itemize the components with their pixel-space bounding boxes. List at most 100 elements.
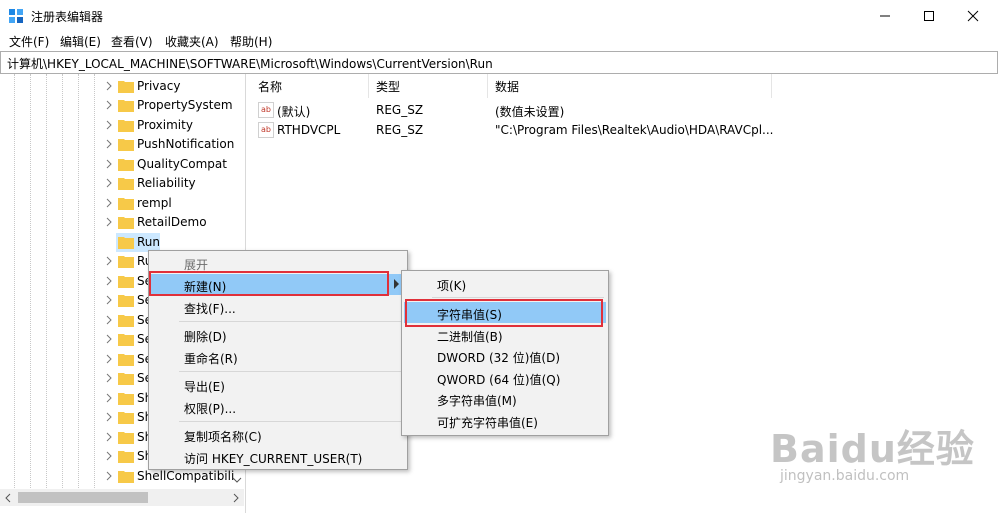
- folder-icon: [118, 451, 134, 463]
- menu-help[interactable]: 帮助(H): [230, 33, 272, 50]
- string-value-icon: ab: [258, 122, 274, 138]
- tree-item-label: Proximity: [137, 118, 193, 132]
- watermark: Baidu经验 jingyan.baidu.com: [760, 418, 980, 498]
- horizontal-scrollbar[interactable]: [0, 489, 244, 506]
- minimize-icon: [880, 15, 890, 16]
- tree-item[interactable]: RetailDemo: [104, 213, 244, 232]
- menu-separator: [179, 371, 403, 372]
- menu-item-label: 访问 HKEY_CURRENT_USER(T): [184, 452, 363, 466]
- tree-item[interactable]: rempl: [104, 194, 244, 213]
- folder-icon: [118, 276, 134, 288]
- tree-guide: [62, 74, 63, 494]
- tree-item-label: PushNotification: [137, 137, 235, 151]
- menu-edit[interactable]: 编辑(E): [60, 33, 101, 50]
- menu-item-label: 权限(P)...: [184, 402, 237, 416]
- chevron-right-icon: [106, 120, 112, 130]
- scroll-left-icon[interactable]: [4, 493, 12, 503]
- value-data: (数值未设置): [495, 105, 565, 119]
- menu-item-new-multi-string-value[interactable]: 多字符串值(M): [404, 388, 606, 409]
- tree-guide: [46, 74, 47, 494]
- column-header-type[interactable]: 类型: [376, 78, 400, 95]
- watermark-logo: Baidu经验: [770, 427, 975, 471]
- chevron-right-icon: [106, 471, 112, 481]
- menu-item-delete[interactable]: 删除(D): [151, 324, 405, 345]
- folder-icon: [118, 100, 134, 112]
- menu-item-rename[interactable]: 重命名(R): [151, 346, 405, 367]
- string-value-icon: ab: [258, 102, 274, 118]
- tree-item-label: Privacy: [137, 79, 181, 93]
- folder-icon: [118, 471, 134, 483]
- menu-item-label: 重命名(R): [184, 352, 238, 366]
- tree-item-label: QualityCompat: [137, 157, 227, 171]
- scrollbar-thumb[interactable]: [18, 492, 148, 503]
- menu-item-label: 多字符串值(M): [437, 394, 517, 408]
- tree-item-label: Reliability: [137, 176, 196, 190]
- annotation-box-string-value: [405, 299, 603, 327]
- close-button[interactable]: [950, 0, 996, 31]
- folder-icon: [118, 120, 134, 132]
- menu-item-label: 导出(E): [184, 380, 225, 394]
- tree-item-label: Run: [137, 235, 161, 249]
- menu-item-visit-hkcu[interactable]: 访问 HKEY_CURRENT_USER(T): [151, 446, 405, 467]
- menu-item-label: DWORD (32 位)值(D): [437, 351, 560, 365]
- chevron-right-icon: [106, 178, 112, 188]
- menu-item-label: 可扩充字符串值(E): [437, 416, 538, 430]
- value-row[interactable]: ab (默认) REG_SZ (数值未设置): [250, 100, 1000, 120]
- menu-file[interactable]: 文件(F): [9, 33, 49, 50]
- menu-separator: [432, 297, 604, 298]
- submenu-arrow-icon: [394, 279, 399, 289]
- tree-item[interactable]: Privacy: [104, 77, 244, 96]
- chevron-right-icon: [106, 81, 112, 91]
- scroll-right-icon[interactable]: [232, 493, 240, 503]
- maximize-button[interactable]: [906, 0, 952, 31]
- address-bar[interactable]: 计算机\HKEY_LOCAL_MACHINE\SOFTWARE\Microsof…: [0, 51, 998, 74]
- menu-item-new-key[interactable]: 项(K): [404, 273, 606, 294]
- tree-item[interactable]: PushNotification: [104, 135, 244, 154]
- menu-item-expand[interactable]: 展开: [151, 252, 405, 273]
- annotation-box-new: [149, 271, 389, 296]
- menu-item-find[interactable]: 查找(F)...: [151, 296, 405, 317]
- column-header-name[interactable]: 名称: [258, 78, 282, 95]
- close-icon: [967, 10, 979, 21]
- tree-item[interactable]: Proximity: [104, 116, 244, 135]
- folder-icon: [118, 373, 134, 385]
- menu-item-new-qword-value[interactable]: QWORD (64 位)值(Q): [404, 367, 606, 388]
- chevron-right-icon: [106, 393, 112, 403]
- folder-icon: [118, 334, 134, 346]
- menu-separator: [179, 321, 403, 322]
- new-submenu: 项(K) 字符串值(S) 二进制值(B) DWORD (32 位)值(D) QW…: [401, 270, 609, 436]
- tree-guide: [30, 74, 31, 494]
- maximize-icon: [924, 10, 934, 21]
- tree-item[interactable]: QualityCompat: [104, 155, 244, 174]
- column-separator[interactable]: [368, 74, 369, 98]
- minimize-button[interactable]: [862, 0, 908, 31]
- menu-item-new-expandable-string-value[interactable]: 可扩充字符串值(E): [404, 410, 606, 431]
- tree-item[interactable]: PropertySystem: [104, 96, 244, 115]
- scroll-down-icon[interactable]: [232, 476, 242, 484]
- menu-item-new-dword-value[interactable]: DWORD (32 位)值(D): [404, 345, 606, 366]
- chevron-right-icon: [106, 217, 112, 227]
- menu-item-copy-key-name[interactable]: 复制项名称(C): [151, 424, 405, 445]
- value-type: REG_SZ: [376, 123, 424, 137]
- tree-item-label: ShellCompatibili: [137, 469, 235, 483]
- column-separator[interactable]: [487, 74, 488, 98]
- value-row[interactable]: ab RTHDVCPL REG_SZ "C:\Program Files\Rea…: [250, 120, 1000, 140]
- folder-icon: [118, 178, 134, 190]
- folder-icon: [118, 315, 134, 327]
- menu-item-new-binary-value[interactable]: 二进制值(B): [404, 324, 606, 345]
- menu-favorites[interactable]: 收藏夹(A): [165, 33, 219, 50]
- chevron-right-icon: [106, 256, 112, 266]
- tree-item[interactable]: Reliability: [104, 174, 244, 193]
- folder-icon: [118, 81, 134, 93]
- chevron-right-icon: [106, 159, 112, 169]
- menu-view[interactable]: 查看(V): [111, 33, 153, 50]
- menu-item-label: 删除(D): [184, 330, 227, 344]
- menu-item-permissions[interactable]: 权限(P)...: [151, 396, 405, 417]
- value-name: (默认): [277, 105, 311, 119]
- folder-icon: [118, 432, 134, 444]
- column-separator[interactable]: [771, 74, 772, 98]
- menu-item-export[interactable]: 导出(E): [151, 374, 405, 395]
- column-header-data[interactable]: 数据: [495, 78, 519, 95]
- folder-icon: [118, 256, 134, 268]
- chevron-right-icon: [106, 198, 112, 208]
